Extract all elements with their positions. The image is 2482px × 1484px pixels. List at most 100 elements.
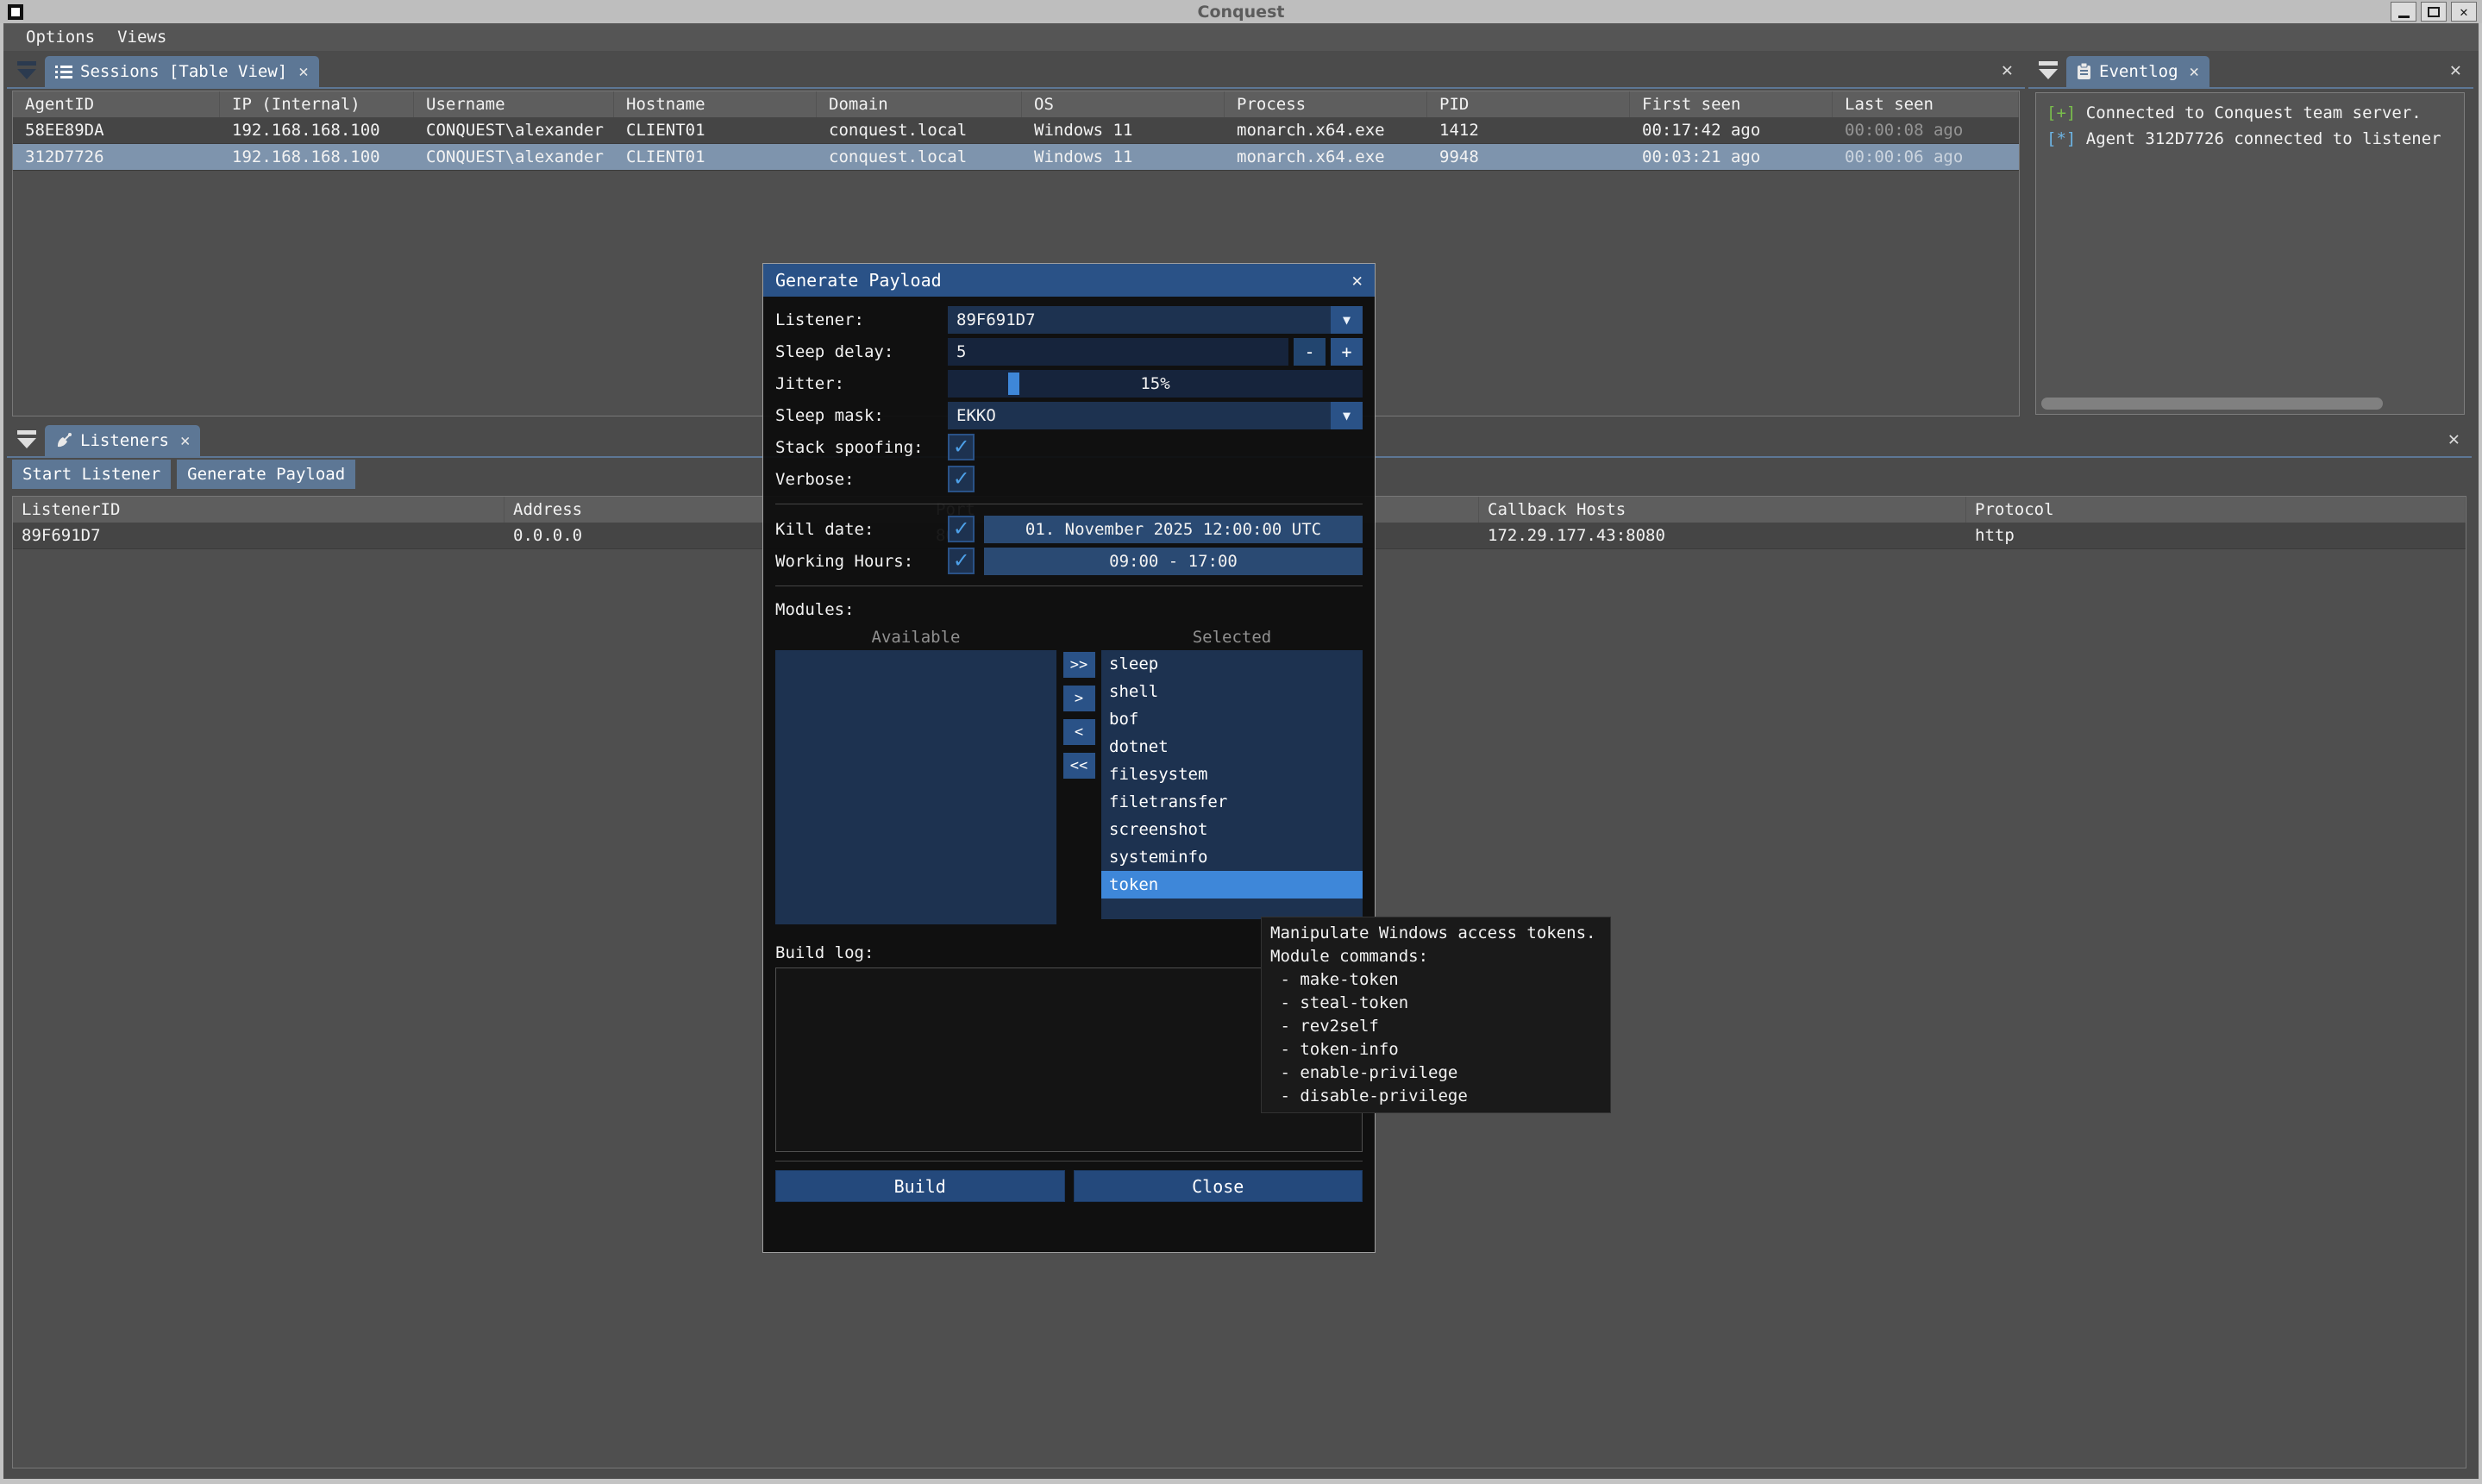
kill-date-label: Kill date: <box>775 520 948 539</box>
increment-button[interactable]: + <box>1331 338 1363 366</box>
column-header[interactable]: PID <box>1427 91 1630 117</box>
cell-process: monarch.x64.exe <box>1225 144 1427 170</box>
menu-options[interactable]: Options <box>26 28 95 47</box>
tab-close-icon[interactable]: ✕ <box>180 431 190 450</box>
listener-label: Listener: <box>775 310 948 329</box>
modules-label: Modules: <box>775 595 1363 624</box>
working-hours-checkbox[interactable]: ✓ <box>948 548 975 574</box>
table-row[interactable]: 58EE89DA 192.168.168.100 CONQUEST\alexan… <box>13 117 2019 144</box>
column-header[interactable]: IP (Internal) <box>220 91 414 117</box>
tooltip-line: - enable-privilege <box>1270 1061 1601 1085</box>
list-item[interactable]: sleep <box>1101 650 1363 678</box>
tab-close-icon[interactable]: ✕ <box>298 62 308 81</box>
generate-payload-button[interactable]: Generate Payload <box>177 460 355 489</box>
listener-select[interactable]: 89F691D7 ▼ <box>948 306 1363 334</box>
list-item[interactable]: screenshot <box>1101 816 1363 843</box>
move-left-button[interactable]: < <box>1063 719 1095 745</box>
column-header[interactable]: AgentID <box>13 91 220 117</box>
decrement-button[interactable]: - <box>1294 338 1326 366</box>
cell-agentid: 58EE89DA <box>13 117 220 143</box>
cell-pid: 9948 <box>1427 144 1630 170</box>
kill-date-checkbox[interactable]: ✓ <box>948 516 975 542</box>
eventlog-output[interactable]: [+] Connected to Conquest team server. [… <box>2035 92 2465 415</box>
tooltip-line: Module commands: <box>1270 945 1601 968</box>
satellite-icon <box>55 432 72 449</box>
cell-callback-hosts: 172.29.177.43:8080 <box>1479 523 1966 548</box>
tooltip-line: Manipulate Windows access tokens. <box>1270 922 1601 945</box>
cell-domain: conquest.local <box>817 117 1022 143</box>
sleep-delay-input[interactable]: 5 <box>948 338 1288 366</box>
list-item[interactable]: shell <box>1101 678 1363 705</box>
cell-pid: 1412 <box>1427 117 1630 143</box>
selected-modules-list[interactable]: sleep shell bof dotnet filesystem filetr… <box>1101 650 1363 919</box>
horizontal-scrollbar[interactable] <box>2041 398 2383 410</box>
column-header[interactable]: Protocol <box>1966 497 2466 523</box>
column-header[interactable]: Last seen <box>1833 91 2019 117</box>
window-title: Conquest <box>0 3 2482 22</box>
cell-ip: 192.168.168.100 <box>220 144 414 170</box>
dialog-titlebar: Generate Payload ✕ <box>763 264 1375 297</box>
jitter-label: Jitter: <box>775 374 948 393</box>
tab-close-icon[interactable]: ✕ <box>2190 62 2199 81</box>
selected-header: Selected <box>1101 624 1363 650</box>
sessions-panel-close-icon[interactable]: ✕ <box>2002 59 2013 81</box>
cell-last-seen: 00:00:06 ago <box>1833 144 2019 170</box>
column-header[interactable]: First seen <box>1630 91 1833 117</box>
collapse-panel-icon[interactable] <box>16 429 38 451</box>
cell-username: CONQUEST\alexander <box>414 144 614 170</box>
log-text: Connected to Conquest team server. <box>2086 103 2422 122</box>
column-header[interactable]: Process <box>1225 91 1427 117</box>
list-item-selected[interactable]: token <box>1101 871 1363 899</box>
kill-date-input[interactable]: 01. November 2025 12:00:00 UTC <box>984 516 1363 543</box>
column-header[interactable]: Username <box>414 91 614 117</box>
list-item[interactable]: bof <box>1101 705 1363 733</box>
collapse-panel-icon[interactable] <box>16 59 38 82</box>
eventlog-panel-close-icon[interactable]: ✕ <box>2450 59 2461 81</box>
build-button[interactable]: Build <box>775 1170 1065 1202</box>
chevron-down-icon[interactable]: ▼ <box>1331 402 1363 429</box>
column-header[interactable]: ListenerID <box>13 497 505 523</box>
working-hours-input[interactable]: 09:00 - 17:00 <box>984 548 1363 575</box>
tab-listeners[interactable]: Listeners ✕ <box>45 425 200 456</box>
verbose-label: Verbose: <box>775 470 948 489</box>
cell-ip: 192.168.168.100 <box>220 117 414 143</box>
close-dialog-button[interactable]: Close <box>1074 1170 1363 1202</box>
start-listener-button[interactable]: Start Listener <box>12 460 171 489</box>
list-item[interactable]: filesystem <box>1101 761 1363 788</box>
available-header: Available <box>775 624 1056 650</box>
sessions-tabbar: Sessions [Table View] ✕ ✕ <box>7 53 2025 89</box>
listener-value: 89F691D7 <box>956 310 1036 329</box>
column-header[interactable]: Callback Hosts <box>1479 497 1966 523</box>
slider-handle[interactable] <box>1008 373 1019 395</box>
move-all-right-button[interactable]: >> <box>1063 652 1095 678</box>
list-item[interactable]: systeminfo <box>1101 843 1363 871</box>
sessions-table-header: AgentID IP (Internal) Username Hostname … <box>13 91 2019 117</box>
move-right-button[interactable]: > <box>1063 686 1095 711</box>
chevron-down-icon[interactable]: ▼ <box>1331 306 1363 334</box>
move-all-left-button[interactable]: << <box>1063 753 1095 779</box>
available-modules-list[interactable] <box>775 650 1056 924</box>
working-hours-label: Working Hours: <box>775 552 948 571</box>
collapse-panel-icon[interactable] <box>2037 59 2059 82</box>
stack-spoofing-checkbox[interactable]: ✓ <box>948 434 975 460</box>
list-item[interactable]: dotnet <box>1101 733 1363 761</box>
column-header[interactable]: Domain <box>817 91 1022 117</box>
column-header[interactable]: Hostname <box>614 91 817 117</box>
stack-spoofing-label: Stack spoofing: <box>775 438 948 457</box>
tab-listeners-label: Listeners <box>80 431 169 450</box>
menu-views[interactable]: Views <box>117 28 166 47</box>
column-header[interactable]: OS <box>1022 91 1225 117</box>
clipboard-icon <box>2077 63 2091 80</box>
tab-eventlog[interactable]: Eventlog ✕ <box>2066 56 2209 87</box>
tab-sessions[interactable]: Sessions [Table View] ✕ <box>45 56 319 87</box>
dialog-close-icon[interactable]: ✕ <box>1351 270 1363 291</box>
cell-first-seen: 00:03:21 ago <box>1630 144 1833 170</box>
cell-listenerid: 89F691D7 <box>13 523 505 548</box>
list-item[interactable]: filetransfer <box>1101 788 1363 816</box>
tooltip-line: - steal-token <box>1270 992 1601 1015</box>
verbose-checkbox[interactable]: ✓ <box>948 466 975 492</box>
table-row-selected[interactable]: 312D7726 192.168.168.100 CONQUEST\alexan… <box>13 144 2019 171</box>
listeners-panel-close-icon[interactable]: ✕ <box>2448 429 2460 450</box>
sleep-mask-select[interactable]: EKKO ▼ <box>948 402 1363 429</box>
jitter-slider[interactable]: 15% <box>948 370 1363 398</box>
